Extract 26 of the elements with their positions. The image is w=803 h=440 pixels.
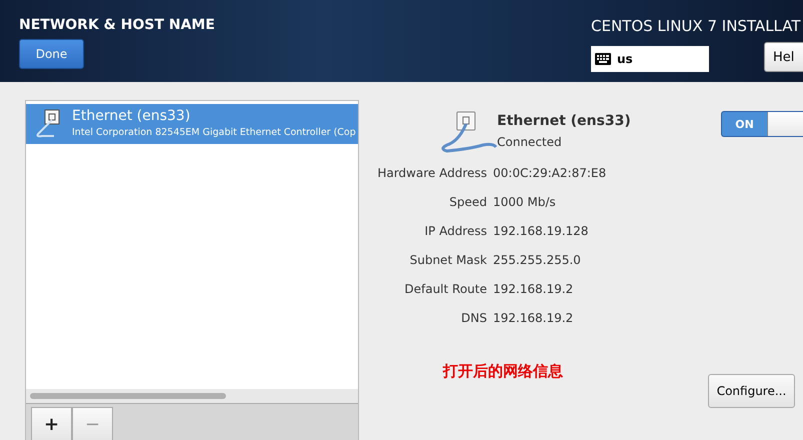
device-name: Ethernet (ens33) <box>497 113 631 129</box>
device-name: Ethernet (ens33) <box>72 108 192 124</box>
detail-value: 255.255.255.0 <box>493 252 582 269</box>
page-title: NETWORK & HOST NAME <box>19 17 215 33</box>
keyboard-icon <box>595 53 611 65</box>
detail-label: Speed <box>448 194 487 211</box>
scrollbar-thumb[interactable] <box>30 393 226 399</box>
detail-value: 192.168.19.128 <box>493 223 590 240</box>
done-button[interactable]: Done <box>19 39 84 69</box>
detail-value: 00:0C:29:A2:87:E8 <box>493 165 608 182</box>
device-description: Intel Corporation 82545EM Gigabit Ethernet Controller (Cop <box>72 127 356 138</box>
detail-value: 192.168.19.2 <box>493 281 574 298</box>
detail-label: Subnet Mask <box>408 252 487 269</box>
product-title: CENTOS LINUX 7 INSTALLAT <box>591 17 802 35</box>
detail-label: DNS <box>460 310 487 327</box>
add-button[interactable]: + <box>31 407 72 440</box>
help-button[interactable]: Hel <box>764 42 803 72</box>
configure-button[interactable]: Configure... <box>708 374 795 408</box>
detail-label: IP Address <box>424 223 487 240</box>
detail-label: Default Route <box>404 281 487 298</box>
detail-label: Hardware Address <box>376 165 487 182</box>
detail-value: 192.168.19.2 <box>493 310 574 327</box>
detail-value: 1000 Mb/s <box>493 194 557 211</box>
keyboard-layout-field[interactable]: us <box>591 46 709 72</box>
connection-status: Connected <box>497 135 563 149</box>
annotation-text: 打开后的网络信息 <box>443 362 563 381</box>
